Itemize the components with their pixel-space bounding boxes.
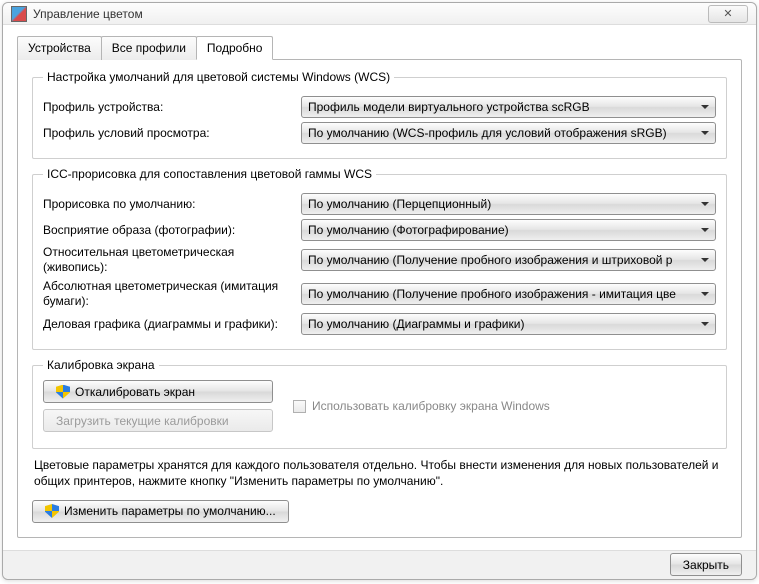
calibrate-display-button[interactable]: Откалибровать экран [43,380,273,403]
relative-label: Относительная цветометрическая (живопись… [43,245,293,275]
perceptual-combo[interactable]: По умолчанию (Фотографирование) [301,219,716,241]
tab-panel-advanced: Настройка умолчаний для цветовой системы… [17,59,742,537]
use-windows-calibration-label: Использовать калибровку экрана Windows [312,399,550,413]
wcs-defaults-legend: Настройка умолчаний для цветовой системы… [43,70,394,84]
perceptual-value: По умолчанию (Фотографирование) [308,223,509,237]
business-combo[interactable]: По умолчанию (Диаграммы и графики) [301,313,716,335]
tab-devices[interactable]: Устройства [17,36,102,60]
relative-combo[interactable]: По умолчанию (Получение пробного изображ… [301,249,716,271]
app-icon [11,6,27,22]
footer: Закрыть [3,550,756,579]
shield-icon [56,385,70,399]
device-profile-value: Профиль модели виртуального устройства s… [308,100,590,114]
shield-icon [45,504,59,518]
default-rendering-value: По умолчанию (Перцепционный) [308,197,491,211]
close-window-button[interactable]: ✕ [708,5,748,23]
absolute-value: По умолчанию (Получение пробного изображ… [308,287,676,301]
business-value: По умолчанию (Диаграммы и графики) [308,317,524,331]
relative-value: По умолчанию (Получение пробного изображ… [308,253,672,267]
calibrate-display-label: Откалибровать экран [75,385,195,399]
checkbox-icon [293,400,306,413]
per-user-note: Цветовые параметры хранятся для каждого … [34,457,725,489]
device-profile-label: Профиль устройства: [43,100,293,115]
load-calibrations-label: Загрузить текущие калибровки [56,414,229,428]
device-profile-combo[interactable]: Профиль модели виртуального устройства s… [301,96,716,118]
wcs-defaults-group: Настройка умолчаний для цветовой системы… [32,70,727,159]
viewing-profile-value: По умолчанию (WCS-профиль для условий от… [308,126,667,140]
viewing-profile-combo[interactable]: По умолчанию (WCS-профиль для условий от… [301,122,716,144]
close-button[interactable]: Закрыть [670,553,742,576]
titlebar: Управление цветом ✕ [3,3,756,25]
close-button-label: Закрыть [683,558,729,572]
tab-advanced[interactable]: Подробно [196,36,274,60]
default-rendering-label: Прорисовка по умолчанию: [43,197,293,212]
use-windows-calibration-checkbox[interactable]: Использовать калибровку экрана Windows [293,399,550,413]
calibration-group: Калибровка экрана Откалибровать экран За… [32,358,727,449]
absolute-label: Абсолютная цветометрическая (имитация бу… [43,279,293,309]
default-rendering-combo[interactable]: По умолчанию (Перцепционный) [301,193,716,215]
change-defaults-button[interactable]: Изменить параметры по умолчанию... [32,500,289,523]
absolute-combo[interactable]: По умолчанию (Получение пробного изображ… [301,283,716,305]
icc-rendering-group: ICC-прорисовка для сопоставления цветово… [32,167,727,350]
change-defaults-label: Изменить параметры по умолчанию... [64,504,276,518]
color-management-window: Управление цветом ✕ Устройства Все профи… [2,2,757,580]
perceptual-label: Восприятие образа (фотографии): [43,223,293,238]
calibration-legend: Калибровка экрана [43,358,159,372]
tab-strip: Устройства Все профили Подробно [17,35,742,59]
viewing-profile-label: Профиль условий просмотра: [43,126,293,141]
tab-all-profiles[interactable]: Все профили [101,36,197,60]
close-icon: ✕ [723,7,732,20]
icc-rendering-legend: ICC-прорисовка для сопоставления цветово… [43,167,376,181]
window-title: Управление цветом [33,7,708,21]
business-label: Деловая графика (диаграммы и графики): [43,317,293,332]
load-calibrations-button: Загрузить текущие калибровки [43,409,273,432]
content-area: Устройства Все профили Подробно Настройк… [3,25,756,549]
